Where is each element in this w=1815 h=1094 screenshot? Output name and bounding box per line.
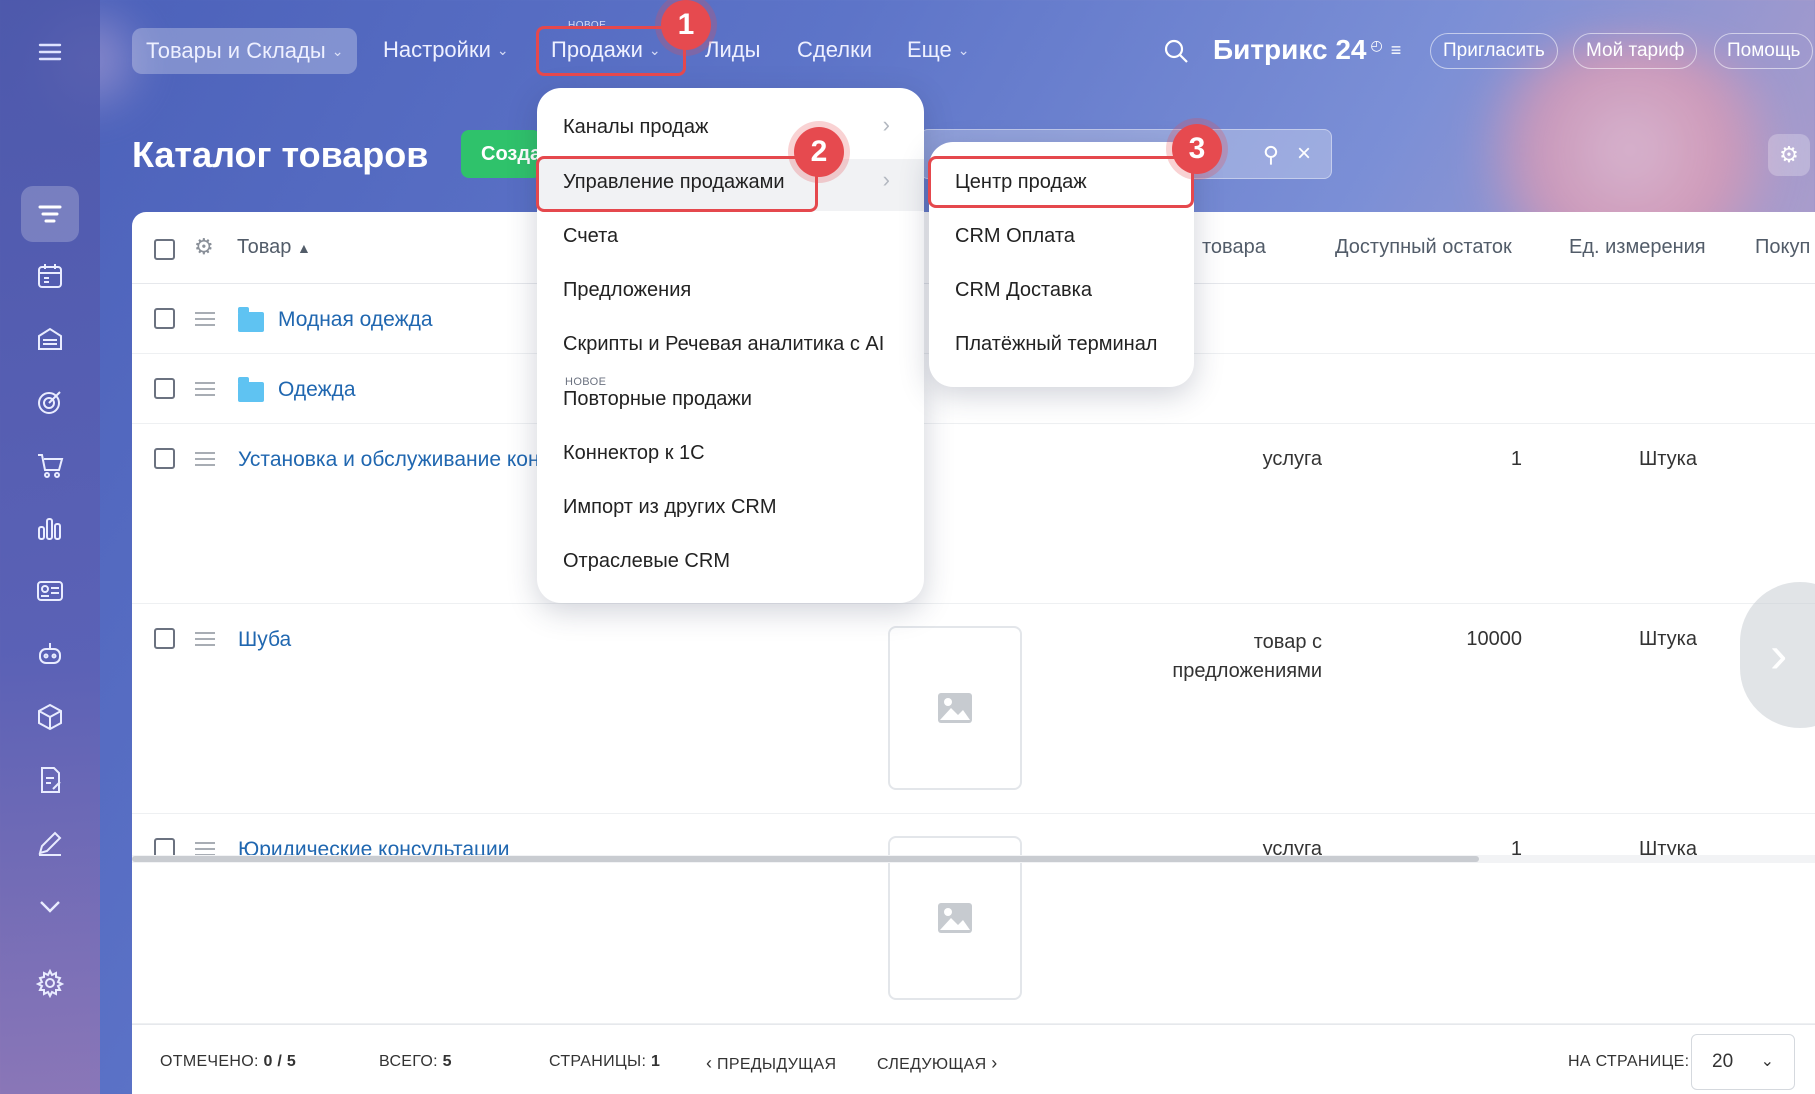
callout-badge: 2 — [794, 127, 844, 177]
nav-leads[interactable]: Лиды — [705, 27, 760, 73]
id-card-icon[interactable] — [21, 563, 79, 619]
page-title: Каталог товаров — [132, 134, 429, 175]
menu-item-invoices[interactable]: Счета — [563, 225, 618, 248]
callout-badge: 1 — [661, 0, 711, 50]
sliders-icon[interactable]: ≡ — [1391, 40, 1402, 61]
chevron-down-icon: ⌄ — [1760, 1053, 1774, 1070]
submenu-item-payment-terminal[interactable]: Платёжный терминал — [955, 333, 1157, 356]
menu-item-industry-crm[interactable]: Отраслевые CRM — [563, 550, 730, 573]
help-button[interactable]: Помощь — [1714, 33, 1814, 69]
menu-item-import-crm[interactable]: Импорт из других CRM — [563, 496, 777, 519]
select-all-checkbox[interactable] — [154, 239, 175, 260]
row-checkbox[interactable] — [154, 628, 175, 649]
target-icon[interactable] — [21, 374, 79, 430]
sort-asc-icon: ▲ — [297, 240, 311, 256]
callout-badge: 3 — [1172, 124, 1222, 174]
row-checkbox[interactable] — [154, 448, 175, 469]
chevron-left-icon: ‹ — [706, 1053, 713, 1073]
bar-chart-icon[interactable] — [21, 500, 79, 556]
highlight-sales-center — [928, 156, 1194, 208]
chevron-down-icon: ⌄ — [957, 41, 970, 58]
row-checkbox[interactable] — [154, 308, 175, 329]
product-link[interactable]: Модная одежда — [278, 308, 433, 332]
chevron-down-icon: ⌄ — [496, 41, 509, 58]
invite-button[interactable]: Пригласить — [1430, 33, 1558, 69]
image-placeholder-icon[interactable] — [888, 626, 1022, 790]
per-page-select[interactable]: 20 ⌄ — [1691, 1034, 1795, 1090]
product-link[interactable]: Шуба — [238, 628, 291, 652]
brand-logo[interactable]: Битрикс 24 ◴ ≡ — [1213, 34, 1401, 66]
filter-icon[interactable] — [21, 186, 79, 242]
menu-item-sales-channels[interactable]: Каналы продаж — [563, 116, 708, 139]
drag-handle-icon[interactable] — [195, 382, 215, 396]
gear-icon[interactable]: ⚙ — [194, 234, 214, 260]
menu-item-scripts-ai[interactable]: Скрипты и Речевая аналитика с AI — [563, 333, 884, 356]
warehouse-icon[interactable] — [21, 311, 79, 367]
search-icon[interactable]: ⚲ — [1263, 142, 1279, 168]
gear-icon[interactable]: ⚙ — [1768, 134, 1810, 176]
product-unit: Штука — [1638, 448, 1697, 470]
drag-handle-icon[interactable] — [195, 312, 215, 326]
chevron-down-icon: ⌄ — [331, 42, 344, 59]
folder-icon — [238, 307, 264, 332]
prev-page-button[interactable]: ‹ ПРЕДЫДУЩАЯ — [706, 1053, 836, 1074]
chevron-down-icon[interactable] — [21, 878, 79, 934]
clear-icon[interactable]: × — [1297, 140, 1311, 168]
drag-handle-icon[interactable] — [195, 842, 215, 856]
drag-handle-icon[interactable] — [195, 632, 215, 646]
chevron-right-icon: › — [882, 167, 890, 192]
cart-icon[interactable] — [21, 437, 79, 493]
my-tariff-button[interactable]: Мой тариф — [1573, 33, 1698, 69]
new-badge: НОВОЕ — [565, 376, 607, 388]
chevron-right-icon: › — [882, 112, 890, 137]
row-checkbox[interactable] — [154, 378, 175, 399]
nav-products-warehouses[interactable]: Товары и Склады ⌄ — [132, 28, 358, 74]
create-button[interactable]: Создать — [461, 130, 541, 178]
left-sidebar — [0, 0, 100, 1094]
pen-icon[interactable] — [21, 815, 79, 871]
drag-handle-icon[interactable] — [195, 452, 215, 466]
column-unit[interactable]: Ед. измерения — [1569, 236, 1706, 259]
box-icon[interactable] — [21, 689, 79, 745]
folder-icon — [238, 377, 264, 402]
horizontal-scrollbar[interactable] — [132, 856, 1479, 862]
per-page-label: НА СТРАНИЦЕ: — [1568, 1053, 1690, 1070]
product-stock: 10000 — [1466, 628, 1522, 650]
column-stock[interactable]: Доступный остаток — [1335, 236, 1512, 259]
search-icon[interactable] — [1163, 38, 1189, 64]
product-unit: Штука — [1638, 628, 1697, 650]
submenu-item-crm-delivery[interactable]: CRM Доставка — [955, 279, 1092, 302]
total-count: ВСЕГО: 5 — [379, 1053, 452, 1070]
column-type[interactable]: товара — [1202, 236, 1266, 259]
settings-icon[interactable] — [21, 955, 79, 1011]
highlight-sales-management — [536, 156, 818, 212]
table-footer: ОТМЕЧЕНО: 0 / 5 ВСЕГО: 5 СТРАНИЦЫ: 1 ‹ П… — [132, 1024, 1815, 1094]
hamburger-icon[interactable] — [21, 24, 79, 80]
nav-more[interactable]: Еще ⌄ — [907, 27, 970, 73]
document-edit-icon[interactable] — [21, 752, 79, 808]
next-page-button[interactable]: СЛЕДУЮЩАЯ › — [877, 1053, 998, 1074]
pages-count: СТРАНИЦЫ: 1 — [549, 1053, 661, 1070]
clock-icon: ◴ — [1370, 36, 1383, 53]
nav-settings[interactable]: Настройки ⌄ — [383, 27, 509, 73]
checked-count: ОТМЕЧЕНО: 0 / 5 — [160, 1053, 297, 1070]
table-row[interactable]: Шуба товар с предложениями 10000 Штука — [132, 604, 1815, 814]
nav-deals[interactable]: Сделки — [797, 27, 872, 73]
product-type: товар с предложениями — [1172, 631, 1322, 682]
robot-icon[interactable] — [21, 626, 79, 682]
calendar-icon[interactable] — [21, 248, 79, 304]
submenu-item-crm-payment[interactable]: CRM Оплата — [955, 225, 1075, 248]
column-buy[interactable]: Покуп — [1755, 236, 1810, 259]
table-row[interactable]: Юридические консультации услуга 1 Штука — [132, 814, 1815, 1024]
table-row[interactable]: Установка и обслуживание кондиционеров у… — [132, 236, 1815, 604]
menu-item-offers[interactable]: Предложения — [563, 279, 691, 302]
menu-item-repeat-sales[interactable]: Повторные продажи — [563, 388, 752, 411]
product-type: услуга — [1262, 448, 1322, 470]
column-product[interactable]: Товар ▲ — [237, 236, 311, 259]
product-link[interactable]: Одежда — [278, 378, 356, 402]
chevron-right-icon: › — [991, 1053, 998, 1073]
menu-item-1c-connector[interactable]: Коннектор к 1С — [563, 442, 705, 465]
product-stock: 1 — [1510, 448, 1522, 470]
